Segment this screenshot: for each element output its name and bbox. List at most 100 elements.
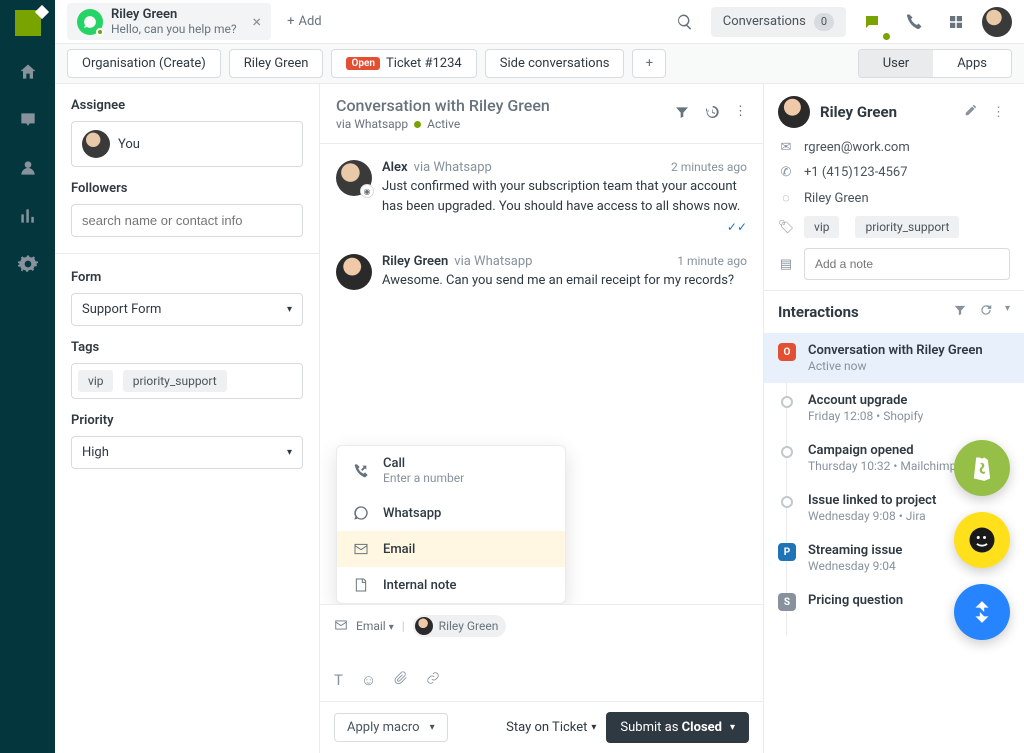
chevron-down-icon: ▾ — [730, 722, 735, 733]
context-tabs: Organisation (Create) Riley Green Open T… — [55, 44, 1024, 84]
interaction-item[interactable]: O Conversation with Riley GreenActive no… — [764, 333, 1024, 383]
chevron-down-icon[interactable]: ▾ — [1005, 303, 1010, 321]
plus-icon: + — [287, 14, 294, 29]
priority-label: Priority — [71, 413, 303, 428]
form-label: Form — [71, 270, 303, 285]
filter-icon[interactable] — [674, 104, 690, 124]
call-out-icon — [351, 463, 371, 479]
interactions-title: Interactions — [778, 303, 953, 321]
customer-phone[interactable]: ✆+1 (415)123-4567 — [778, 165, 1010, 180]
user-avatar[interactable] — [982, 7, 1012, 37]
conversations-count: 0 — [814, 13, 834, 31]
customer-tags: 🏷 vip priority_support — [778, 216, 1010, 238]
status-label: Active — [427, 117, 460, 131]
tag-chip[interactable]: priority_support — [123, 370, 227, 392]
refresh-icon[interactable] — [979, 303, 993, 321]
more-icon[interactable]: ⋮ — [992, 105, 1010, 120]
tab-ticket[interactable]: Open Ticket #1234 — [331, 49, 476, 78]
assignee-field[interactable]: You — [71, 121, 303, 167]
submit-button[interactable]: Submit as Closed ▾ — [606, 712, 749, 743]
tab-requester[interactable]: Riley Green — [229, 49, 324, 78]
event-dot-icon — [781, 446, 793, 458]
via-label: via Whatsapp — [336, 117, 408, 131]
chat-tab-title: Riley Green — [111, 7, 237, 22]
mailchimp-app-icon[interactable] — [954, 512, 1010, 568]
note-input[interactable] — [804, 248, 1010, 280]
add-tab-button[interactable]: + Add — [279, 10, 330, 33]
note-icon — [351, 577, 371, 593]
reports-icon[interactable] — [16, 204, 40, 228]
edit-icon[interactable] — [964, 103, 982, 121]
phone-icon: ✆ — [778, 165, 794, 180]
chat-status-icon[interactable] — [856, 6, 888, 38]
priority-select[interactable]: High▾ — [71, 436, 303, 469]
active-chat-tab[interactable]: Riley Green Hello, can you help me? × — [67, 3, 271, 40]
reply-channel-select[interactable]: Email ▾ — [356, 619, 394, 633]
form-select[interactable]: Support Form▾ — [71, 293, 303, 326]
ticket-fields-panel: Assignee You Followers Form Support Form… — [55, 84, 320, 753]
emoji-icon[interactable]: ☺ — [361, 671, 376, 689]
chevron-down-icon: ▾ — [287, 447, 292, 458]
chevron-down-icon: ▾ — [591, 722, 596, 733]
interaction-item[interactable]: Account upgradeFriday 12:08 • Shopify — [778, 383, 1010, 433]
home-icon[interactable] — [16, 60, 40, 84]
apply-macro-button[interactable]: Apply macro▾ — [334, 713, 448, 742]
customer-email[interactable]: ✉rgreen@work.com — [778, 140, 1010, 155]
reply-option-call[interactable]: CallEnter a number — [337, 446, 565, 495]
message-time: 1 minute ago — [677, 254, 747, 268]
filter-icon[interactable] — [953, 303, 967, 321]
reply-option-email[interactable]: Email — [337, 531, 565, 567]
tag-chip[interactable]: vip — [78, 370, 113, 392]
tab-organisation[interactable]: Organisation (Create) — [67, 49, 221, 78]
status-open-icon: O — [778, 343, 796, 361]
followers-input[interactable] — [71, 204, 303, 237]
jira-app-icon[interactable] — [954, 584, 1010, 640]
reply-option-whatsapp[interactable]: Whatsapp — [337, 495, 565, 531]
close-icon[interactable]: × — [253, 12, 262, 31]
conversations-button[interactable]: Conversations 0 — [711, 7, 846, 37]
seg-user[interactable]: User — [859, 50, 933, 77]
conversations-label: Conversations — [723, 14, 806, 29]
composer: Email ▾ | Riley Green T ☺ — [320, 604, 763, 701]
followers-search[interactable] — [82, 213, 292, 228]
tab-side-conversations[interactable]: Side conversations — [485, 49, 625, 78]
apps-grid-icon[interactable] — [940, 6, 972, 38]
attachment-icon[interactable] — [394, 671, 408, 689]
whatsapp-icon — [351, 505, 371, 521]
message-via: via Whatsapp — [414, 160, 492, 175]
message: Riley Green via Whatsapp 1 minute ago Aw… — [336, 254, 747, 291]
app-logo — [15, 10, 41, 36]
reply-option-internal-note[interactable]: Internal note — [337, 567, 565, 603]
seg-apps[interactable]: Apps — [933, 50, 1011, 77]
tags-label: Tags — [71, 340, 303, 355]
avatar — [336, 254, 372, 290]
customer-note-row: ▤ — [778, 248, 1010, 280]
note-icon: ▤ — [778, 257, 794, 272]
settings-icon[interactable] — [16, 252, 40, 276]
customer-whatsapp[interactable]: ◌Riley Green — [778, 190, 1010, 206]
tags-field[interactable]: vip priority_support — [71, 363, 303, 399]
phone-icon[interactable] — [898, 6, 930, 38]
add-context-tab[interactable]: + — [632, 49, 666, 78]
chat-tab-subtitle: Hello, can you help me? — [111, 22, 237, 36]
inbox-icon[interactable] — [16, 108, 40, 132]
recipient-chip[interactable]: Riley Green — [413, 615, 507, 637]
more-icon[interactable]: ⋮ — [734, 104, 747, 124]
conversation-header: Conversation with Riley Green via Whatsa… — [320, 84, 763, 144]
tag-chip[interactable]: priority_support — [855, 216, 959, 238]
shopify-app-icon[interactable] — [954, 440, 1010, 496]
text-format-icon[interactable]: T — [334, 671, 343, 689]
link-icon[interactable] — [426, 671, 440, 689]
messages-list: ◉ Alex via Whatsapp 2 minutes ago Just c… — [320, 144, 763, 604]
stay-on-ticket-button[interactable]: Stay on Ticket▾ — [506, 720, 596, 735]
message-text: Just confirmed with your subscription te… — [382, 177, 747, 216]
ticket-label: Ticket #1234 — [386, 56, 462, 71]
customers-icon[interactable] — [16, 156, 40, 180]
tag-chip[interactable]: vip — [804, 216, 839, 238]
event-dot-icon — [781, 396, 793, 408]
message: ◉ Alex via Whatsapp 2 minutes ago Just c… — [336, 160, 747, 234]
history-icon[interactable] — [704, 104, 720, 124]
email-icon — [351, 541, 371, 557]
customer-avatar — [778, 96, 810, 128]
search-icon[interactable] — [669, 6, 701, 38]
